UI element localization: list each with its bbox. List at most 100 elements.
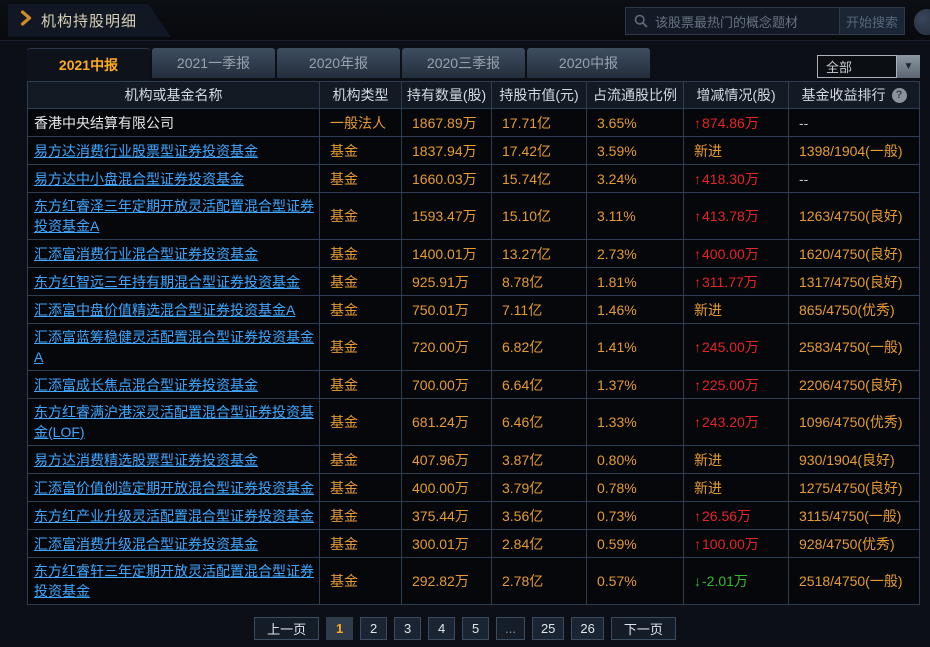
change-cell: ↑ 400.00万	[683, 240, 788, 267]
fund-name-cell: 东方红睿满沪港深灵活配置混合型证券投资基金(LOF)	[28, 399, 319, 445]
pagination: 上一页 1 2 3 4 5... 25 26 下一页	[0, 617, 930, 640]
fund-name-link[interactable]: 汇添富消费升级混合型证券投资基金	[34, 534, 258, 554]
up-arrow-icon: ↑	[694, 339, 701, 355]
column-header-0: 机构或基金名称	[124, 87, 223, 103]
fund-name-link[interactable]: 汇添富成长焦点混合型证券投资基金	[34, 375, 258, 395]
institution-type-cell: 基金	[319, 268, 401, 295]
institution-type-cell: 基金	[319, 558, 401, 604]
report-tab-3[interactable]: 2020三季报	[402, 48, 525, 78]
change-cell: 新进	[683, 137, 788, 164]
chevron-down-icon[interactable]: ▼	[897, 55, 920, 78]
holding-qty-cell: 375.44万	[401, 502, 491, 529]
top-bar: 机构持股明细 该股票最热门的概念题材 开始搜索	[0, 0, 930, 41]
fund-name-cell: 东方红睿轩三年定期开放灵活配置混合型证券投资基金	[28, 558, 319, 604]
fund-name-link[interactable]: 易方达消费行业股票型证券投资基金	[34, 141, 258, 161]
change-value: 874.86万	[702, 114, 759, 131]
change-value: 26.56万	[702, 507, 752, 524]
page-button-26[interactable]: 26	[571, 617, 604, 640]
rank-cell: 1398/1904(一般)	[788, 137, 919, 164]
rank-cell: 865/4750(优秀)	[788, 296, 919, 323]
table-row: 汇添富价值创造定期开放混合型证券投资基金 基金 400.00万 3.79亿 0.78% 新…	[28, 473, 919, 501]
fund-name-link[interactable]: 汇添富中盘价值精选混合型证券投资基金A	[34, 300, 295, 320]
search-input[interactable]: 该股票最热门的概念题材	[655, 12, 839, 31]
market-value-cell: 6.46亿	[491, 399, 586, 445]
rank-cell: 2518/4750(一般)	[788, 558, 919, 604]
fund-name-cell: 易方达消费精选股票型证券投资基金	[28, 446, 319, 473]
table-row: 东方红产业升级灵活配置混合型证券投资基金 基金 375.44万 3.56亿 0.73% ↑…	[28, 501, 919, 529]
holding-qty-cell: 1593.47万	[401, 193, 491, 239]
market-value-cell: 15.74亿	[491, 165, 586, 192]
help-icon[interactable]: ?	[891, 87, 907, 103]
report-tab-0[interactable]: 2021中报	[27, 48, 150, 81]
up-arrow-icon: ↑	[694, 273, 701, 290]
pagination-ellipsis[interactable]: ...	[496, 617, 525, 640]
fund-name-cell: 汇添富消费升级混合型证券投资基金	[28, 530, 319, 557]
fund-name-link[interactable]: 汇添富价值创造定期开放混合型证券投资基金	[34, 478, 314, 498]
rank-cell: --	[788, 165, 919, 192]
table-row: 易方达消费行业股票型证券投资基金 基金 1837.94万 17.42亿 3.59% 新进 1…	[28, 136, 919, 164]
change-value: 400.00万	[702, 245, 759, 262]
fund-name-link[interactable]: 东方红产业升级灵活配置混合型证券投资基金	[34, 506, 314, 526]
change-cell: 新进	[683, 296, 788, 323]
fund-name-cell: 汇添富中盘价值精选混合型证券投资基金A	[28, 296, 319, 323]
title-tab: 机构持股明细	[8, 4, 172, 37]
up-arrow-icon: ↑	[694, 170, 701, 187]
filter-dropdown[interactable]: 全部 ▼	[817, 55, 920, 78]
search-button[interactable]: 开始搜索	[839, 8, 904, 34]
fund-name-link[interactable]: 东方红智远三年持有期混合型证券投资基金	[34, 272, 300, 292]
filter-selected-value[interactable]: 全部	[817, 55, 897, 78]
table-row: 东方红睿泽三年定期开放灵活配置混合型证券投资基金A 基金 1593.47万 15.10…	[28, 192, 919, 239]
change-cell: 新进	[683, 474, 788, 501]
pagination-next-button[interactable]: 下一页	[610, 617, 676, 640]
fund-name-link[interactable]: 东方红睿轩三年定期开放灵活配置混合型证券投资基金	[34, 561, 317, 601]
page-button-25[interactable]: 25	[531, 617, 565, 640]
change-value: 100.00万	[702, 535, 759, 552]
fund-name-cell: 易方达中小盘混合型证券投资基金	[28, 165, 319, 192]
corner-circle-icon[interactable]	[914, 9, 930, 35]
column-header-2: 持有数量(股)	[401, 82, 491, 108]
report-tab-1[interactable]: 2021一季报	[152, 48, 275, 78]
up-arrow-icon: ↑	[694, 114, 701, 131]
fund-name-link[interactable]: 汇添富消费行业混合型证券投资基金	[34, 244, 258, 264]
change-value: 413.78万	[702, 208, 759, 224]
ratio-cell: 1.33%	[586, 399, 683, 445]
pagination-prev-button[interactable]: 上一页	[254, 617, 320, 640]
page-button-2[interactable]: 2	[360, 617, 388, 640]
page-button-5[interactable]: 5	[462, 617, 490, 640]
change-value: 新进	[694, 142, 722, 159]
market-value-cell: 8.78亿	[491, 268, 586, 295]
report-tab-4[interactable]: 2020中报	[527, 48, 650, 78]
change-value: 新进	[694, 479, 722, 496]
fund-name-link[interactable]: 易方达中小盘混合型证券投资基金	[34, 169, 244, 189]
up-arrow-icon: ↑	[694, 414, 701, 430]
table-row: 汇添富成长焦点混合型证券投资基金 基金 700.00万 6.64亿 1.37% ↑ 225.…	[28, 370, 919, 398]
rank-cell: 930/1904(良好)	[788, 446, 919, 473]
institution-type-cell: 基金	[319, 530, 401, 557]
fund-name-link[interactable]: 东方红睿泽三年定期开放灵活配置混合型证券投资基金A	[34, 196, 317, 236]
fund-name-link[interactable]: 易方达消费精选股票型证券投资基金	[34, 450, 258, 470]
ratio-cell: 0.57%	[586, 558, 683, 604]
column-header-5: 增减情况(股)	[683, 82, 788, 108]
institution-type-cell: 基金	[319, 324, 401, 370]
holding-qty-cell: 1400.01万	[401, 240, 491, 267]
fund-name-link[interactable]: 汇添富蓝筹稳健灵活配置混合型证券投资基金A	[34, 327, 317, 367]
institution-type-cell: 基金	[319, 165, 401, 192]
ratio-cell: 3.11%	[586, 193, 683, 239]
change-cell: ↑ 418.30万	[683, 165, 788, 192]
page-button-1[interactable]: 1	[326, 617, 354, 640]
ratio-cell: 1.81%	[586, 268, 683, 295]
market-value-cell: 3.87亿	[491, 446, 586, 473]
holding-qty-cell: 720.00万	[401, 324, 491, 370]
rank-cell: 1263/4750(良好)	[788, 193, 919, 239]
page-button-3[interactable]: 3	[394, 617, 422, 640]
ratio-cell: 2.73%	[586, 240, 683, 267]
column-header-3: 持股市值(元)	[491, 82, 586, 108]
report-tab-2[interactable]: 2020年报	[277, 48, 400, 78]
page-button-4[interactable]: 4	[428, 617, 456, 640]
up-arrow-icon: ↑	[694, 376, 701, 393]
rank-cell: --	[788, 109, 919, 136]
fund-name-link[interactable]: 东方红睿满沪港深灵活配置混合型证券投资基金(LOF)	[34, 402, 317, 442]
rank-cell: 1096/4750(优秀)	[788, 399, 919, 445]
column-header-6: 基金收益排行?	[788, 82, 919, 108]
up-arrow-icon: ↑	[694, 507, 701, 524]
